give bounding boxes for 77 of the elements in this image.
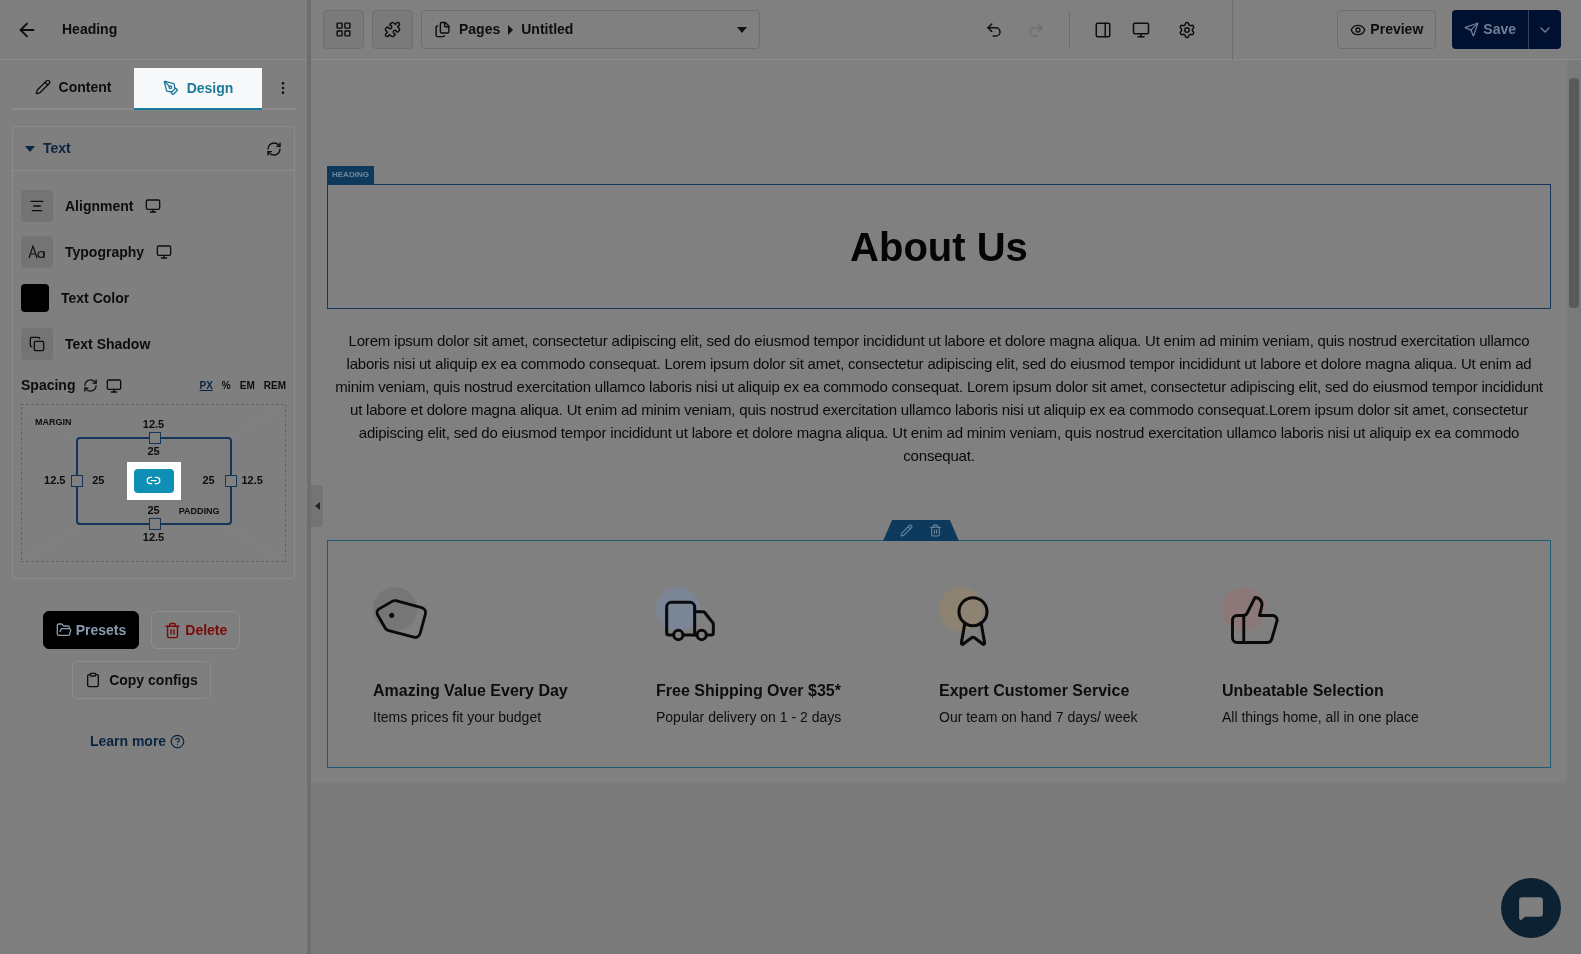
grid-button[interactable] <box>323 10 364 49</box>
pencil-icon <box>34 79 51 95</box>
desktop-icon[interactable] <box>1132 20 1151 39</box>
element-tag: HEADING <box>327 166 374 184</box>
dropdown-caret-icon <box>737 26 747 33</box>
desktop-icon[interactable] <box>145 198 162 214</box>
puzzle-button[interactable] <box>372 10 413 49</box>
margin-top-value[interactable]: 12.5 <box>142 416 165 433</box>
feature-title: Unbeatable Selection <box>1222 681 1385 701</box>
resize-handle[interactable] <box>224 474 237 487</box>
resize-handle[interactable] <box>148 431 161 444</box>
resize-handle[interactable] <box>148 517 161 530</box>
section-toggle[interactable]: Text <box>25 138 71 159</box>
spacing-label: Spacing <box>21 376 76 395</box>
link-values-button[interactable] <box>133 468 174 493</box>
page-heading: About Us <box>850 223 1028 271</box>
panel-tab[interactable]: Design <box>134 68 262 110</box>
property-label[interactable]: Text Color <box>61 287 130 309</box>
learn-more-link[interactable]: Learn more <box>89 731 167 752</box>
desktop-icon[interactable] <box>106 377 123 394</box>
reset-icon[interactable] <box>266 140 282 157</box>
padding-label: PADDING <box>178 505 220 518</box>
feature-subtitle: Popular delivery on 1 - 2 days <box>656 708 843 727</box>
puzzle-icon <box>384 21 401 38</box>
padding-top-value[interactable]: 25 <box>147 442 160 459</box>
color-swatch[interactable] <box>21 284 49 312</box>
font-glyph-icon <box>21 236 53 268</box>
body-paragraph: Lorem ipsum dolor sit amet, consectetur adipiscing elit, sed do eiusmod tempor incididunt ut labore et dolore magna aliqua. Ut enim ad minim veniam, quis nostrud exercitation ullamco laboris nisi ut aliquip ex ea commodo consequat. Lorem ipsum dolor sit amet, consectetur adipiscing elit, sed do eiusmod tempor incididunt ut labore et dolore magna aliqua. Ut enim ad minim veniam, quis nostrud exercitation ullamco laboris nisi ut aliquip ex ea commodo consequat. Lorem ipsum dolor sit amet, consectetur adipiscing elit, sed do eiusmod tempor incididunt ut labore et dolore magna aliqua. Ut enim ad minim veniam, quis nostrud exercitation ullamco laboris nisi ut aliquip ex ea commodo consequat.Lorem ipsum dolor sit amet, consectetur adipiscing elit, sed do eiusmod tempor incididunt ut labore et dolore magna aliqua. Ut enim ad minim veniam, quis nostrud exercitation ullamco laboris nisi ut aliquip ex ea commodo consequat. <box>334 331 1544 466</box>
edit-icon[interactable] <box>900 524 913 537</box>
pages-icon <box>434 21 451 38</box>
padding-left-value[interactable]: 25 <box>92 472 105 489</box>
copy-icon <box>21 328 53 360</box>
unit-option[interactable]: % <box>221 378 231 393</box>
margin-left-value[interactable]: 12.5 <box>29 472 66 489</box>
panel-title: Heading <box>62 20 118 39</box>
align-center-icon <box>21 190 53 222</box>
unit-option[interactable]: REM <box>263 378 286 393</box>
grid-icon <box>335 21 352 38</box>
resize-handle[interactable] <box>70 474 83 487</box>
action-button[interactable]: Presets <box>42 611 140 649</box>
property-label[interactable]: Alignment <box>65 195 134 217</box>
undo-icon[interactable] <box>985 20 1004 39</box>
preview-button[interactable]: Preview <box>1337 10 1437 49</box>
help-icon[interactable] <box>170 734 186 749</box>
page-selector[interactable]: Pages Untitled <box>421 10 760 49</box>
margin-label: MARGIN <box>35 416 72 429</box>
property-label[interactable]: Text Shadow <box>65 333 151 355</box>
thumbs-up-icon <box>1228 593 1282 647</box>
scrollbar-thumb[interactable] <box>1569 78 1579 308</box>
send-icon <box>1464 22 1480 37</box>
feature-subtitle: All things home, all in one place <box>1222 708 1420 727</box>
property-label[interactable]: Typography <box>65 241 145 263</box>
unit-option[interactable]: EM <box>239 378 255 393</box>
feature-title: Expert Customer Service <box>939 681 1131 701</box>
margin-bottom-value[interactable]: 12.5 <box>142 528 165 545</box>
chat-icon <box>1518 895 1544 921</box>
feature-title: Amazing Value Every Day <box>373 681 569 701</box>
panel-icon[interactable] <box>1094 20 1113 39</box>
folder-icon <box>55 622 72 638</box>
reset-icon[interactable] <box>83 378 99 393</box>
feature-title: Free Shipping Over $35* <box>656 681 842 701</box>
feature-subtitle: Our team on hand 7 days/ week <box>939 708 1139 727</box>
padding-bottom-value[interactable]: 25 <box>147 502 160 519</box>
unit-option[interactable]: PX <box>199 378 213 393</box>
desktop-icon[interactable] <box>156 244 173 260</box>
action-button[interactable]: Copy configs <box>72 661 211 699</box>
settings-icon[interactable] <box>1178 20 1197 39</box>
feature-subtitle: Items prices fit your budget <box>373 708 543 727</box>
pen-icon <box>162 80 179 96</box>
action-button[interactable]: Delete <box>151 611 241 649</box>
panel-tab[interactable]: Content <box>12 66 134 108</box>
trash-icon <box>164 621 182 639</box>
margin-right-value[interactable]: 12.5 <box>241 472 278 489</box>
clipboard-icon <box>85 672 102 688</box>
trash-icon[interactable] <box>929 524 942 537</box>
collapse-panel-handle[interactable] <box>311 485 323 527</box>
padding-right-value[interactable]: 25 <box>202 472 215 489</box>
